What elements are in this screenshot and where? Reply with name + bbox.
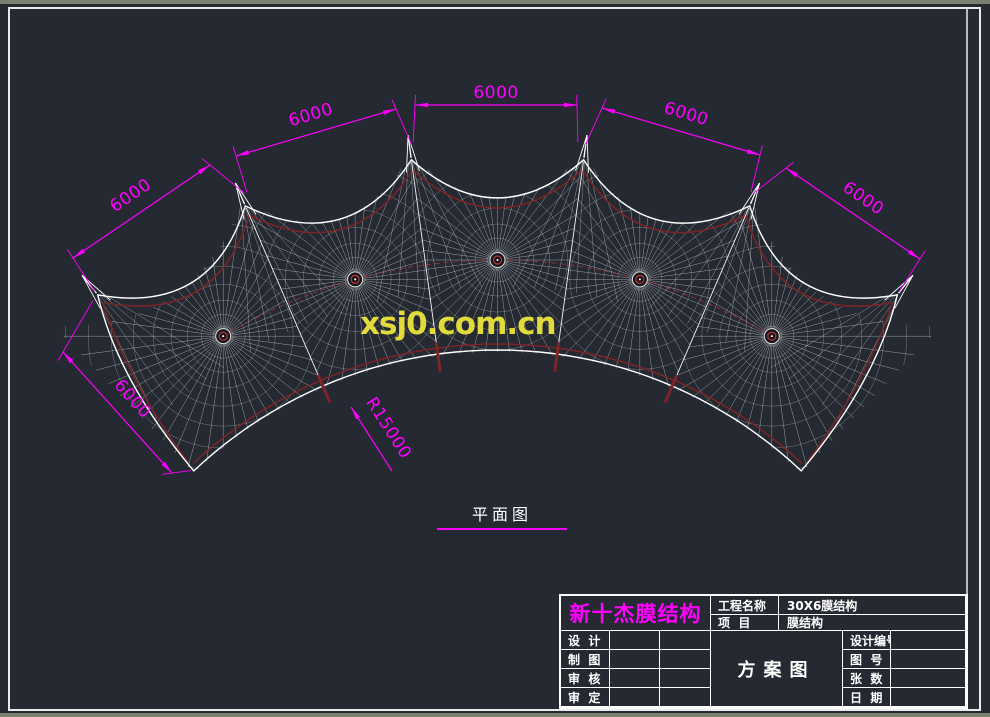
drawing-no-label: 图 号	[843, 650, 891, 669]
dimension-label: 6000	[286, 99, 335, 131]
dimension-label: R15000	[361, 394, 415, 463]
dimension-label: 6000	[473, 83, 518, 103]
dimension-arrow	[63, 352, 73, 363]
dimension-arrow	[73, 249, 85, 258]
sheet-count-value	[891, 669, 966, 688]
approve-cell-empty2	[660, 688, 711, 707]
dimension-arrow	[162, 462, 172, 473]
design-cell-empty2	[660, 631, 711, 650]
dimension-depth-left: 6000	[58, 300, 191, 474]
umbrella-center-marker	[490, 253, 505, 268]
dimension-span-far-right: 6000	[753, 162, 925, 292]
plan-view-underline	[437, 528, 567, 530]
dimension-arrow	[908, 250, 920, 259]
dimension-label: 6000	[106, 175, 155, 217]
drawing-no-value	[891, 650, 966, 669]
dimension-arrow	[383, 109, 396, 115]
design-no-label: 设计编号	[843, 631, 891, 650]
dimension-span-upper-right: 6000	[586, 98, 763, 192]
umbrella-center-marker	[764, 329, 779, 344]
bottom-gray-strip	[0, 713, 990, 717]
review-label: 审 核	[561, 669, 610, 688]
dimension-arrow	[602, 108, 615, 114]
review-cell-empty2	[660, 669, 711, 688]
dimension-arrow	[351, 407, 360, 419]
project-name-label: 工程名称	[711, 596, 779, 615]
draft-cell-empty	[610, 650, 660, 669]
design-label: 设 计	[561, 631, 610, 650]
design-no-value	[891, 631, 966, 650]
company-name: 新十杰膜结构	[561, 596, 711, 631]
date-label: 日 期	[843, 688, 891, 707]
umbrella-center-marker	[216, 329, 231, 344]
umbrella-center-marker	[632, 272, 647, 287]
sheet-count-label: 张 数	[843, 669, 891, 688]
dimension-span-upper-left: 6000	[233, 99, 411, 192]
date-value	[891, 688, 966, 707]
dimension-arrow	[236, 150, 249, 156]
draft-cell-empty2	[660, 650, 711, 669]
dimension-label: 6000	[662, 98, 711, 130]
watermark-text: xsj0.com.cn	[360, 306, 590, 342]
dimension-radius: R15000	[351, 394, 415, 471]
design-cell-empty	[610, 631, 660, 650]
item-label: 项 目	[711, 615, 779, 631]
dimension-arrow	[564, 103, 577, 108]
scheme-drawing-label: 方案图	[711, 631, 843, 707]
dimension-arrow	[415, 103, 428, 108]
item-value: 膜结构	[779, 615, 966, 631]
top-gray-strip	[0, 0, 990, 4]
dimension-arrow	[786, 168, 798, 177]
title-block: 新十杰膜结构 工程名称 30X6膜结构 项 目 膜结构 设 计 制 图 审 核 …	[559, 594, 968, 709]
review-cell-empty	[610, 669, 660, 688]
approve-label: 审 定	[561, 688, 610, 707]
umbrella-center-marker	[348, 272, 363, 287]
approve-cell-empty	[610, 688, 660, 707]
dimension-span-far-left: 6000	[68, 159, 245, 292]
dimension-arrow	[747, 149, 760, 155]
project-name-value: 30X6膜结构	[779, 596, 966, 615]
dimension-label: 6000	[839, 178, 888, 220]
plan-view-label: 平面图	[437, 501, 567, 525]
dimension-span-top: 6000	[413, 83, 578, 142]
draft-label: 制 图	[561, 650, 610, 669]
dimension-arrow	[198, 165, 210, 174]
